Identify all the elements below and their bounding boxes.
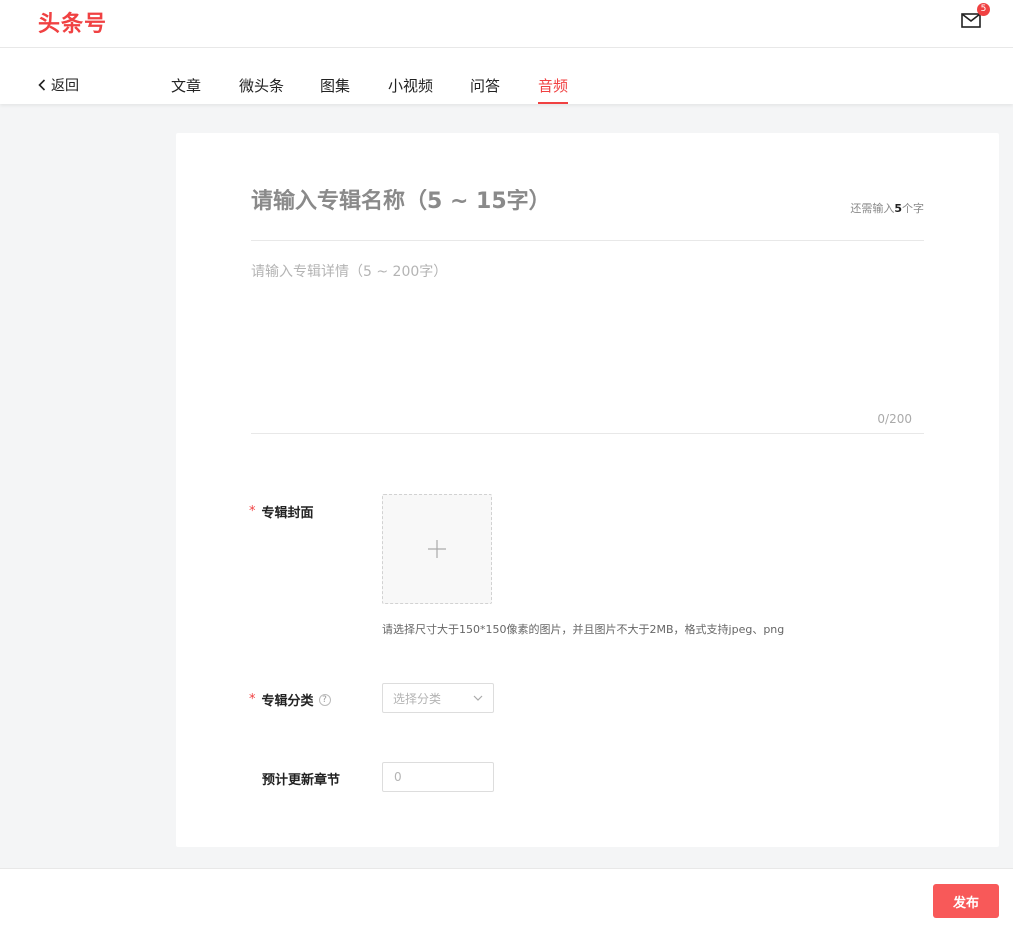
cover-label: * 专辑封面 — [249, 504, 314, 521]
chevron-left-icon — [38, 79, 46, 91]
tab-qa[interactable]: 问答 — [470, 75, 500, 96]
tab-short-video[interactable]: 小视频 — [388, 75, 433, 96]
cover-upload-button[interactable] — [382, 494, 492, 604]
chevron-down-icon — [473, 695, 483, 701]
tab-audio-label: 音频 — [538, 77, 569, 95]
cover-hint: 请选择尺寸大于150*150像素的图片，并且图片不大于2MB，格式支持jpeg、… — [382, 623, 785, 636]
category-select-placeholder: 选择分类 — [393, 691, 442, 706]
help-icon[interactable]: ? — [318, 693, 331, 706]
top-bar: 头条号 5 — [0, 0, 1013, 48]
required-mark: * — [249, 692, 256, 707]
logo[interactable]: 头条号 — [38, 6, 107, 38]
album-title-input[interactable] — [251, 189, 811, 214]
divider — [251, 240, 924, 241]
album-detail-input[interactable] — [251, 261, 924, 411]
footer-bar: 发布 — [0, 868, 1013, 925]
notification-badge: 5 — [977, 3, 990, 16]
tab-gallery[interactable]: 图集 — [320, 75, 350, 96]
nav-bar: 返回 文章 微头条 图集 小视频 问答 音频 — [0, 48, 1013, 104]
required-mark: * — [249, 504, 256, 519]
active-tab-indicator — [538, 102, 569, 104]
category-select[interactable]: 选择分类 — [382, 683, 494, 713]
chapters-label: 预计更新章节 — [262, 773, 341, 788]
title-remaining-counter: 还需输入5个字 — [850, 202, 924, 215]
tab-audio[interactable]: 音频 — [538, 75, 569, 104]
chapters-input[interactable] — [382, 762, 494, 792]
category-label: * 专辑分类 ? — [249, 690, 331, 709]
detail-char-counter: 0/200 — [877, 412, 912, 426]
album-form-card: 还需输入5个字 0/200 * 专辑封面 请选择尺寸大于150*150像素的图片… — [176, 133, 999, 847]
divider — [251, 433, 924, 434]
back-label: 返回 — [51, 78, 79, 94]
back-button[interactable]: 返回 — [38, 75, 79, 95]
publish-button[interactable]: 发布 — [933, 884, 999, 918]
tab-article[interactable]: 文章 — [171, 75, 201, 96]
plus-icon — [428, 540, 446, 558]
tab-micro-headline[interactable]: 微头条 — [239, 75, 284, 96]
